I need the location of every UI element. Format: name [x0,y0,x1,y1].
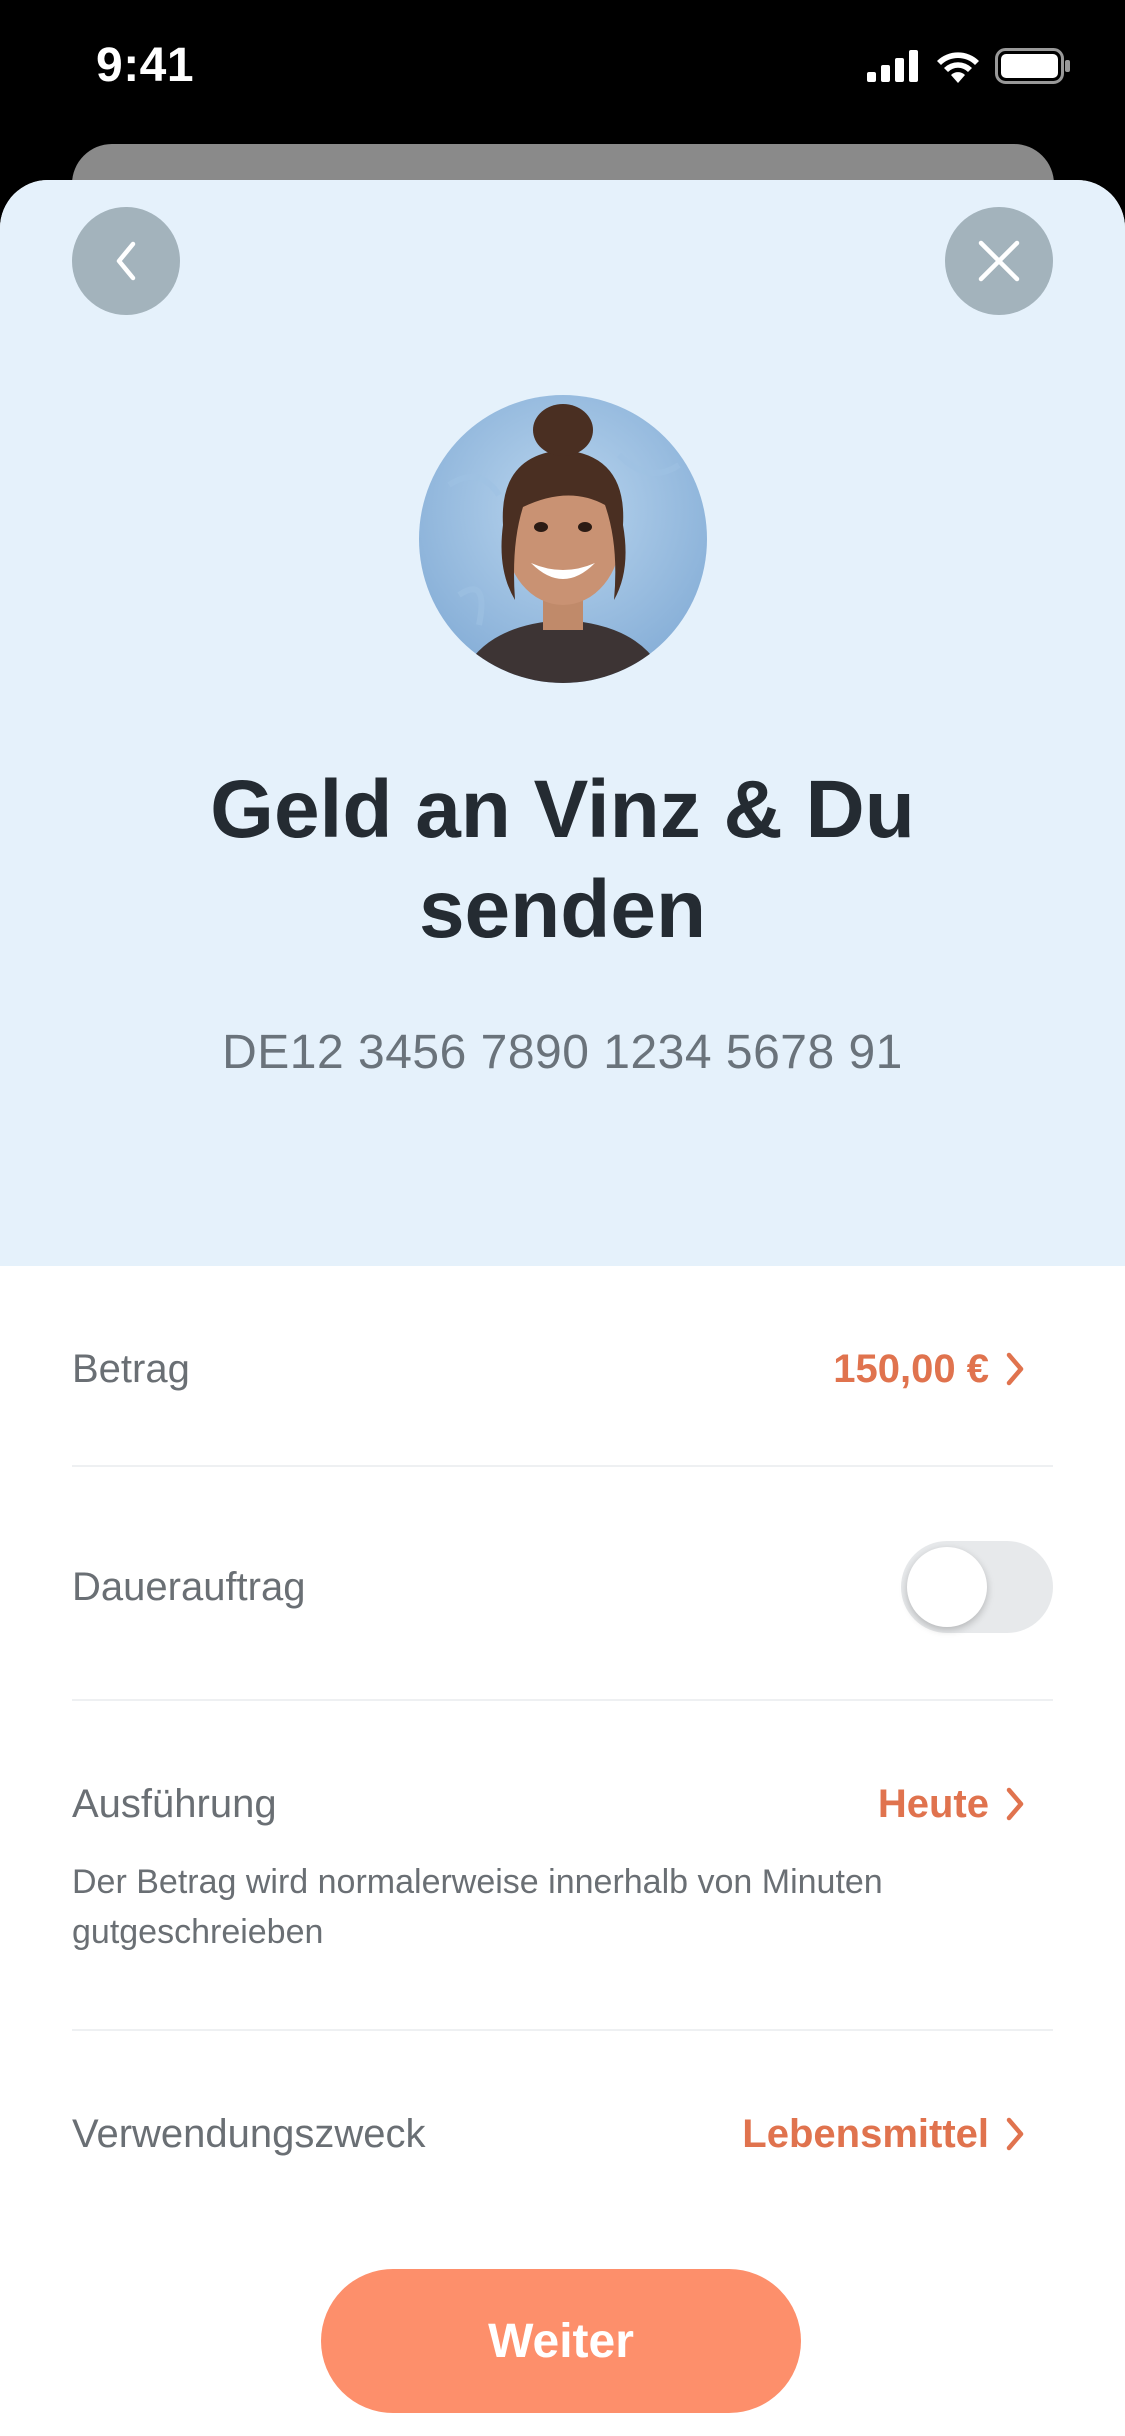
transfer-sheet: Geld an Vinz & Du senden DE12 3456 7890 … [0,180,1125,2436]
standing-order-label: Dauerauftrag [72,1565,306,1609]
divider [72,1465,1053,1467]
recipient-avatar [419,395,707,683]
purpose-value: Lebensmittel [742,2112,989,2156]
recipient-header: Geld an Vinz & Du senden DE12 3456 7890 … [0,180,1125,1266]
page-title: Geld an Vinz & Du senden [210,764,915,955]
status-time: 9:41 [96,39,195,92]
screen: 9:41 Geld an Vinz & Du senden DE12 3456 … [0,0,1125,2436]
close-button[interactable] [945,207,1053,315]
purpose-row[interactable]: Verwendungszweck Lebensmittel [72,2090,1053,2180]
chevron-right-icon [1006,1787,1024,1821]
amount-value: 150,00 € [833,1347,989,1391]
recipient-iban: DE12 3456 7890 1234 5678 91 [222,1026,903,1079]
back-button[interactable] [72,207,180,315]
continue-button[interactable]: Weiter [321,2269,801,2413]
wifi-icon [937,52,979,83]
close-icon [978,240,1020,282]
signal-icon [867,50,918,82]
standing-order-row: Dauerauftrag [72,1537,1053,1637]
execution-note: Der Betrag wird normalerweise innerhalb … [72,1863,883,1951]
chevron-right-icon [1006,2117,1024,2151]
status-icons [867,48,1071,84]
battery-icon [995,48,1070,84]
divider [72,1699,1053,1701]
divider [72,2029,1053,2031]
amount-label: Betrag [72,1347,190,1391]
standing-order-toggle[interactable] [901,1541,1053,1633]
purpose-label: Verwendungszweck [72,2112,426,2156]
execution-value: Heute [877,1782,989,1826]
amount-row[interactable]: Betrag 150,00 € [72,1325,1053,1415]
execution-row[interactable]: Ausführung Heute [72,1760,1053,1850]
toggle-knob [907,1547,987,1627]
status-bar: 9:41 [0,0,1125,140]
execution-label: Ausführung [72,1782,277,1826]
chevron-left-icon [116,241,136,281]
chevron-right-icon [1006,1352,1024,1386]
